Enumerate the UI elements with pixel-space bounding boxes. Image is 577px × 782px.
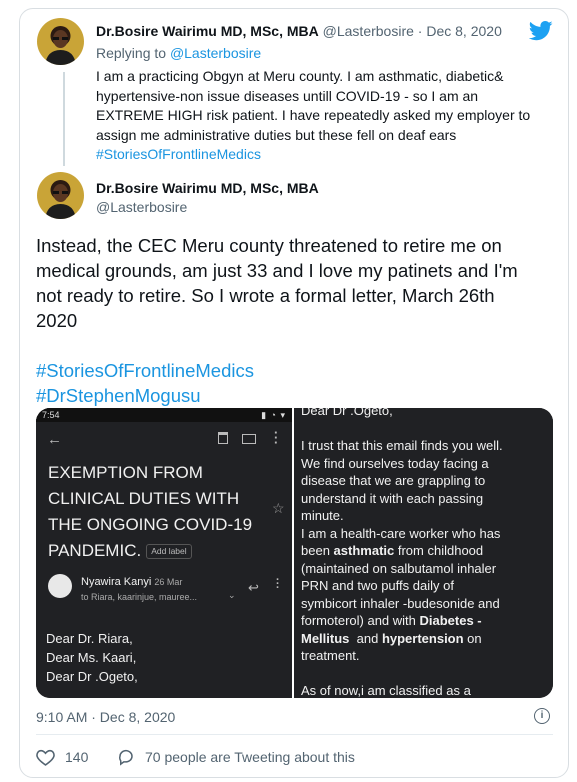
thread-line — [63, 72, 65, 166]
greeting-line: Dear Dr .Ogeto, — [46, 669, 138, 684]
separator: · — [417, 23, 423, 39]
text-run: on — [463, 630, 482, 646]
info-icon[interactable]: i — [534, 708, 550, 724]
back-arrow-icon[interactable]: ← — [47, 431, 62, 448]
main-tweet-text: Instead, the CEC Meru county threatened … — [36, 233, 518, 408]
retweet-info[interactable]: 70 people are Tweeting about this — [117, 748, 355, 766]
text-run-bold: asthmatic — [333, 543, 395, 558]
more-options-icon[interactable]: · · · — [274, 426, 278, 449]
add-label-chip[interactable]: Add label — [146, 543, 192, 559]
email-line: Mellitus and hypertension on — [301, 630, 503, 648]
email-line: disease that we are grappling to — [301, 473, 486, 488]
heart-icon — [36, 748, 55, 766]
greeting-line: Dear Dr. Riara, — [46, 631, 133, 646]
tweet-line: not ready to retire. So I wrote a formal… — [36, 285, 495, 306]
email-line: Dear Dr .Ogeto, — [301, 408, 393, 418]
subject-line: PANDEMIC. — [48, 541, 142, 560]
email-line: minute. — [301, 508, 344, 523]
email-subject: EXEMPTION FROM CLINICAL DUTIES WITH THE … — [48, 460, 252, 564]
status-icons: ▮ ◔ ▾ — [261, 410, 286, 420]
greeting-line: Dear Ms. Kaari, — [46, 650, 137, 665]
email-line: PRN and two puffs daily of — [301, 578, 454, 593]
tweet-line: hypertensive-non issue diseases untill C… — [96, 87, 479, 104]
text-run: and — [349, 630, 382, 646]
tweet-line: EXTREME HIGH risk patient. I have repeat… — [96, 107, 531, 123]
email-line: As of now,i am classified as a — [301, 683, 471, 698]
replying-to-handle[interactable]: @Lasterbosire — [170, 45, 261, 61]
tweeting-about-text: 70 people are Tweeting about this — [145, 749, 355, 765]
phone-status-bar: 7:54 ▮ ◔ ▾ — [36, 408, 292, 422]
email-line: We find ourselves today facing a — [301, 455, 489, 471]
email-body: Dear Dr .Ogeto, I trust that this email … — [301, 408, 503, 698]
avatar[interactable] — [37, 172, 84, 219]
comment-bubble-icon — [117, 748, 135, 766]
sender-date: 26 Mar — [154, 577, 183, 587]
tweet-line: Instead, the CEC Meru county threatened … — [36, 235, 502, 256]
divider — [36, 734, 553, 735]
email-screenshot-right[interactable]: Dear Dr .Ogeto, I trust that this email … — [294, 408, 553, 698]
email-line: treatment. — [301, 648, 360, 663]
email-screenshot-left[interactable]: 7:54 ▮ ◔ ▾ ← · · · EXEMPTION FROM CLINICAL… — [36, 408, 292, 698]
text-run-bold: hypertension — [381, 630, 464, 646]
subject-line: THE ONGOING COVID-19 — [48, 515, 253, 534]
tweet-line: assign me administrative duties but thes… — [96, 126, 457, 143]
twitter-bird-icon[interactable] — [528, 20, 553, 42]
star-icon[interactable]: ☆ — [272, 500, 285, 517]
mail-icon[interactable] — [242, 434, 256, 444]
author-handle[interactable]: @Lasterbosire — [323, 23, 414, 39]
hashtag-link[interactable]: #DrStephenMogusu — [36, 383, 518, 408]
email-line: understand it with each passing — [301, 490, 484, 506]
text-run: been — [301, 543, 334, 558]
email-line: symbicort inhaler -budesonide and — [301, 595, 500, 611]
email-line: I am a health-care worker who has — [301, 525, 501, 541]
subject-line: EXEMPTION FROM — [48, 463, 203, 482]
avatar[interactable] — [37, 18, 84, 65]
sender-avatar — [48, 574, 72, 598]
email-line: I trust that this email finds you well. — [301, 438, 503, 453]
hashtag-link[interactable]: #StoriesOfFrontlineMedics — [36, 358, 518, 383]
email-line: formoterol) and with Diabetes - — [301, 612, 503, 630]
reply-tweet-text: I am a practicing Obgyn at Meru county. … — [96, 67, 530, 165]
author-name[interactable]: Dr.Bosire Wairimu MD, MSc, MBA — [96, 23, 319, 39]
tweet-line: I am a practicing Obgyn at Meru county. … — [96, 68, 504, 84]
tweet-date[interactable]: Dec 8, 2020 — [426, 23, 502, 39]
email-greetings: Dear Dr. Riara, Dear Ms. Kaari, Dear Dr … — [46, 629, 138, 686]
text-run: from childhood — [394, 543, 484, 558]
delete-icon[interactable] — [218, 432, 228, 444]
tweet-line: medical grounds, am just 33 and I love m… — [36, 260, 518, 281]
like-button[interactable]: 140 — [36, 748, 88, 766]
email-line: (maintained on salbutamol inhaler — [301, 560, 497, 576]
text-run-bold: Mellitus — [301, 630, 350, 646]
like-count: 140 — [65, 749, 89, 765]
subject-line: CLINICAL DUTIES WITH — [48, 489, 240, 508]
reply-icon[interactable]: ↩ — [248, 580, 259, 596]
recipients[interactable]: to Riara, kaarinjue, mauree... — [81, 592, 197, 602]
replying-to-label: Replying to — [96, 45, 167, 61]
more-options-icon[interactable]: · · · — [276, 575, 280, 594]
hashtag-link[interactable]: #StoriesOfFrontlineMedics — [96, 145, 530, 165]
tweet-timestamp[interactable]: 9:10 AM · Dec 8, 2020 — [36, 709, 175, 725]
text-run-bold: Diabetes - — [419, 613, 482, 628]
email-line: been asthmatic from childhood — [301, 542, 503, 560]
author-handle[interactable]: @Lasterbosire — [96, 199, 187, 215]
text-run: formoterol) and with — [301, 613, 420, 628]
status-time: 7:54 — [42, 410, 60, 420]
sender-name: Nyawira Kanyi — [81, 576, 152, 588]
tweet-line: 2020 — [36, 310, 78, 331]
tweet-media[interactable]: 7:54 ▮ ◔ ▾ ← · · · EXEMPTION FROM CLINICAL… — [36, 408, 553, 698]
chevron-down-icon[interactable]: ⌄ — [228, 590, 236, 601]
author-name[interactable]: Dr.Bosire Wairimu MD, MSc, MBA — [96, 180, 319, 196]
